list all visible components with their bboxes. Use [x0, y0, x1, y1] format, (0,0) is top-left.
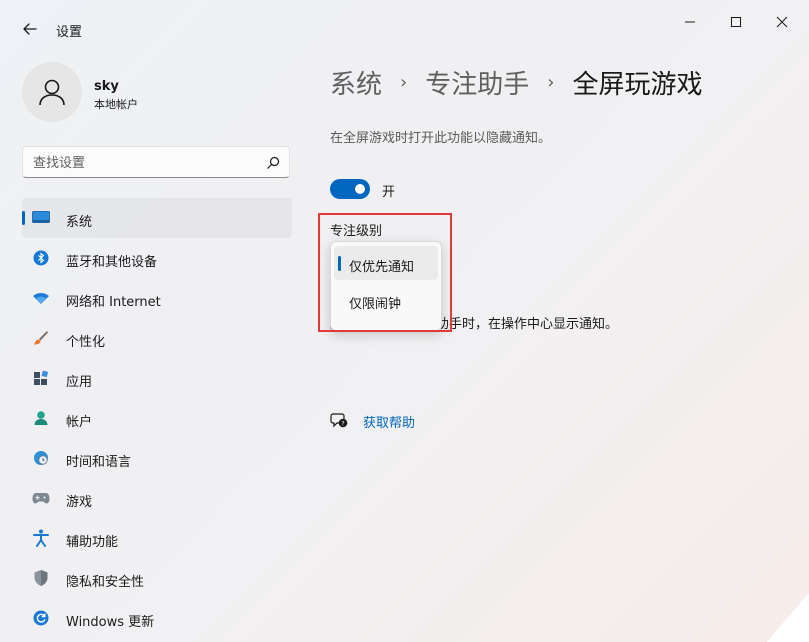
sidebar-item-label: 应用: [66, 375, 93, 390]
sidebar-item-privacy[interactable]: 隐私和安全性: [22, 558, 292, 598]
page-description: 在全屏游戏时打开此功能以隐藏通知。: [330, 131, 552, 146]
sidebar-nav: 系统 蓝牙和其他设备 网络和 Internet 个性化 应用 帐户 时间和语言 …: [22, 198, 292, 638]
shield-icon: [32, 569, 50, 587]
title-bar: 设置: [0, 0, 809, 48]
account-type: 本地帐户: [94, 98, 138, 111]
sidebar-item-label: 帐户: [66, 415, 93, 430]
user-icon: [39, 79, 65, 106]
system-display-icon: [32, 209, 50, 227]
wifi-icon: [32, 289, 50, 307]
breadcrumb-item-focus-assist[interactable]: 专注助手: [425, 64, 529, 101]
back-arrow-icon: [23, 23, 37, 35]
breadcrumb-item-system[interactable]: 系统: [330, 64, 382, 101]
search-box[interactable]: [22, 146, 290, 178]
globe-clock-icon: [32, 449, 50, 467]
account-name: sky: [94, 79, 119, 94]
accessibility-icon: [32, 529, 50, 547]
apps-icon: [32, 369, 50, 387]
annotation-highlight-box: [318, 213, 452, 332]
sidebar-item-label: Windows 更新: [66, 615, 155, 630]
sidebar-item-label: 游戏: [66, 495, 93, 510]
breadcrumb: 系统 › 专注助手 › 全屏玩游戏: [330, 62, 702, 102]
sidebar-item-label: 个性化: [66, 335, 106, 350]
window-corner: [760, 580, 809, 642]
sidebar-item-bluetooth[interactable]: 蓝牙和其他设备: [22, 238, 292, 278]
sidebar-item-network[interactable]: 网络和 Internet: [22, 278, 292, 318]
close-icon: [776, 16, 788, 28]
sidebar-item-personalization[interactable]: 个性化: [22, 318, 292, 358]
brush-icon: [32, 329, 50, 347]
active-indicator: [22, 211, 25, 225]
sidebar-item-windows-update[interactable]: Windows 更新: [22, 598, 292, 638]
sidebar-item-time-language[interactable]: 时间和语言: [22, 438, 292, 478]
close-button[interactable]: [759, 8, 805, 36]
windows-update-icon: [32, 609, 50, 627]
toggle-knob: [355, 184, 365, 194]
minimize-button[interactable]: [667, 8, 713, 36]
back-button[interactable]: [18, 17, 42, 41]
help-icon[interactable]: ?: [330, 411, 348, 429]
breadcrumb-separator: ›: [547, 71, 555, 93]
sidebar-item-accounts[interactable]: 帐户: [22, 398, 292, 438]
bluetooth-icon: [32, 249, 50, 267]
search-icon[interactable]: [265, 155, 281, 171]
page-title: 全屏玩游戏: [572, 69, 703, 100]
sidebar-item-apps[interactable]: 应用: [22, 358, 292, 398]
minimize-icon: [685, 21, 695, 23]
sidebar-item-label: 网络和 Internet: [66, 295, 161, 310]
avatar[interactable]: [22, 62, 82, 122]
account-icon: [32, 409, 50, 427]
svg-text:?: ?: [341, 419, 344, 427]
settings-window: 设置 sky 本地帐户 系统: [0, 0, 809, 642]
search-input[interactable]: [33, 153, 253, 173]
sidebar-item-label: 系统: [66, 215, 93, 230]
maximize-button[interactable]: [713, 8, 759, 36]
sidebar-item-label: 时间和语言: [66, 455, 132, 470]
sidebar-item-gaming[interactable]: 游戏: [22, 478, 292, 518]
sidebar-item-label: 隐私和安全性: [66, 575, 145, 590]
rule-toggle-switch[interactable]: [330, 179, 370, 199]
breadcrumb-separator: ›: [400, 71, 408, 93]
toggle-state-label: 开: [382, 185, 396, 200]
sidebar-item-system[interactable]: 系统: [22, 198, 292, 238]
get-help-link[interactable]: 获取帮助: [363, 412, 415, 431]
sidebar-item-accessibility[interactable]: 辅助功能: [22, 518, 292, 558]
sidebar-item-label: 蓝牙和其他设备: [66, 255, 158, 270]
maximize-icon: [731, 17, 741, 27]
sidebar-item-label: 辅助功能: [66, 535, 119, 550]
gamepad-icon: [32, 489, 50, 507]
app-title: 设置: [56, 25, 83, 40]
